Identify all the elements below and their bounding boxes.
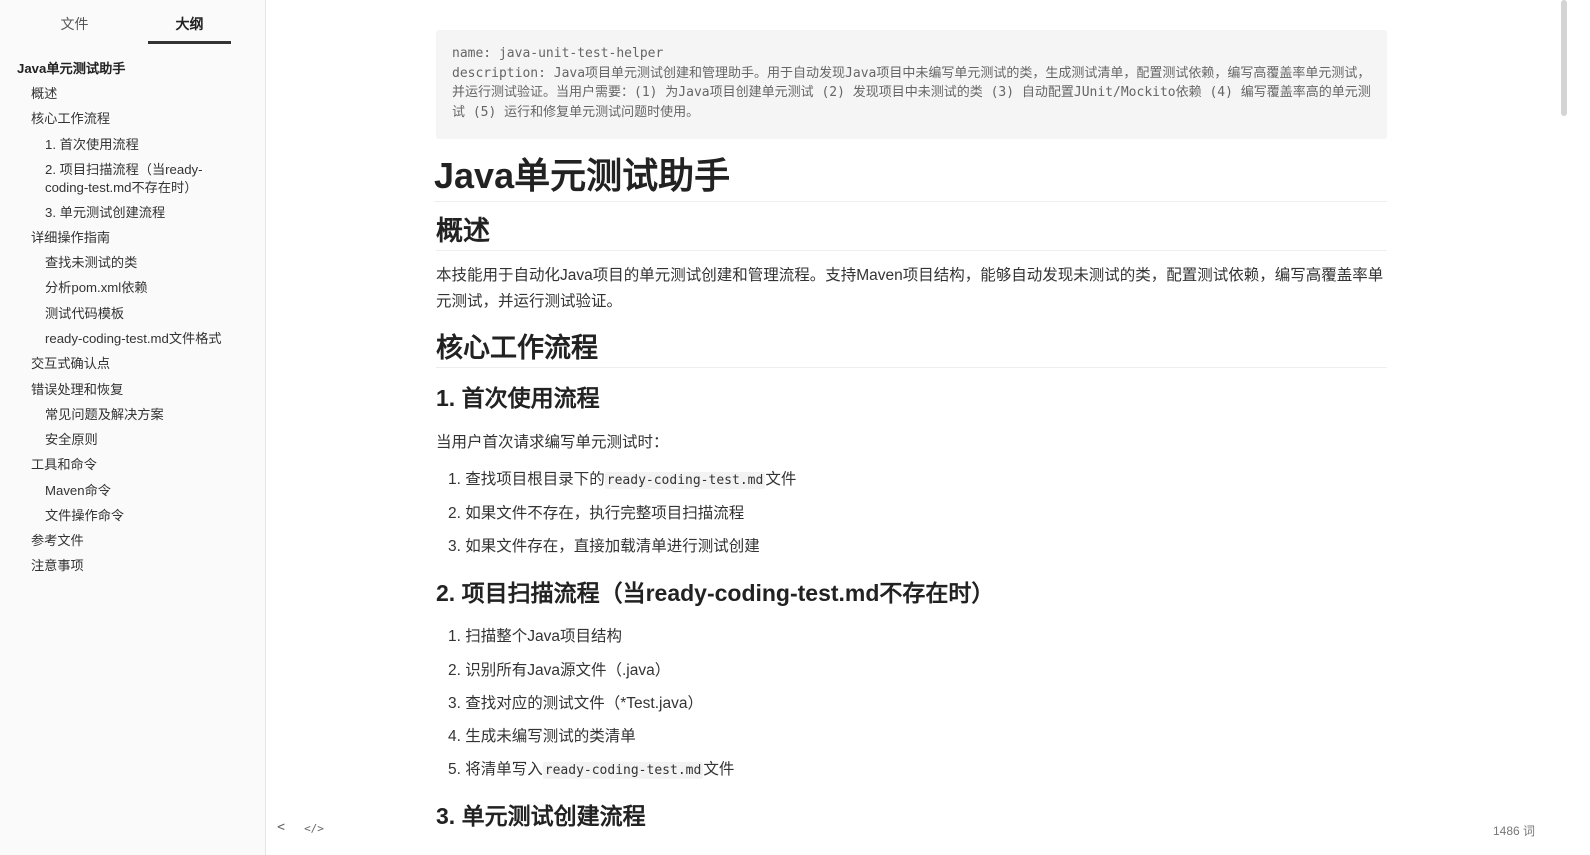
outline-item-notes[interactable]: 注意事项: [31, 557, 84, 575]
heading-core-workflow: 核心工作流程: [436, 331, 1387, 368]
list-item: 1. 查找项目根目录下的 ready-coding-test.md 文件: [448, 471, 797, 489]
outline-item-guide[interactable]: 详细操作指南: [31, 229, 110, 247]
heading-create: 3. 单元测试创建流程: [436, 803, 646, 829]
list-item: 4. 生成未编写测试的类清单: [448, 728, 636, 745]
outline-item-overview[interactable]: 概述: [31, 85, 57, 103]
scrollbar-track[interactable]: [1557, 0, 1571, 855]
list-item: 3. 如果文件存在，直接加载清单进行测试创建: [448, 538, 760, 555]
overview-paragraph: 本技能用于自动化Java项目的单元测试创建和管理流程。支持Maven项目结构，能…: [436, 267, 1384, 310]
outline-item-tools[interactable]: 工具和命令: [31, 456, 97, 474]
list-item: 2. 识别所有Java源文件（.java）: [448, 662, 671, 679]
outline-item-first-use[interactable]: 1. 首次使用流程: [45, 136, 139, 154]
list-item: 5. 将清单写入 ready-coding-test.md 文件: [448, 761, 735, 779]
front-matter-description: description: Java项目单元测试创建和管理助手。用于自动发现Jav…: [452, 65, 1371, 120]
active-tab-indicator: [148, 41, 231, 44]
yaml-front-matter[interactable]: name: java-unit-test-helper description:…: [436, 30, 1387, 139]
inline-code: ready-coding-test.md: [542, 762, 704, 779]
tab-files[interactable]: 文件: [33, 14, 116, 34]
sidebar-tabs: 文件 大纲: [0, 0, 266, 46]
scrollbar-thumb[interactable]: [1561, 0, 1567, 116]
outline-item-faq[interactable]: 常见问题及解决方案: [45, 406, 164, 424]
editor[interactable]: name: java-unit-test-helper description:…: [267, 0, 1557, 855]
list-item: 1. 扫描整个Java项目结构: [448, 628, 622, 645]
first-use-intro: 当用户首次请求编写单元测试时：: [436, 434, 669, 451]
outline-item-find-untested[interactable]: 查找未测试的类: [45, 254, 137, 272]
heading-scan: 2. 项目扫描流程（当ready-coding-test.md不存在时）: [436, 580, 995, 606]
sidebar: 文件 大纲 Java单元测试助手 概述 核心工作流程 1. 首次使用流程 2. …: [0, 0, 266, 855]
heading-first-use: 1. 首次使用流程: [436, 385, 600, 411]
inline-code: ready-coding-test.md: [604, 472, 766, 489]
list-item: 3. 查找对应的测试文件（*Test.java）: [448, 695, 703, 712]
page-title: Java单元测试助手: [434, 153, 1387, 202]
outline-item-maven[interactable]: Maven命令: [45, 482, 111, 500]
tab-outline[interactable]: 大纲: [148, 14, 231, 34]
front-matter-name: name: java-unit-test-helper: [452, 46, 664, 61]
outline-item-file-format[interactable]: ready-coding-test.md文件格式: [45, 330, 222, 348]
outline-item-references[interactable]: 参考文件: [31, 532, 84, 550]
list-item: 2. 如果文件不存在，执行完整项目扫描流程: [448, 505, 745, 522]
outline-item-core-workflow[interactable]: 核心工作流程: [31, 110, 110, 128]
outline-item-create[interactable]: 3. 单元测试创建流程: [45, 204, 165, 222]
outline-item-errors[interactable]: 错误处理和恢复: [31, 381, 123, 399]
outline-item-template[interactable]: 测试代码模板: [45, 305, 124, 323]
outline-item-safety[interactable]: 安全原则: [45, 431, 98, 449]
outline-item-confirm[interactable]: 交互式确认点: [31, 355, 110, 373]
outline-item-scan[interactable]: 2. 项目扫描流程（当ready-coding-test.md不存在时）: [45, 161, 245, 197]
word-count[interactable]: 1486 词: [1493, 822, 1535, 839]
outline-item-file-ops[interactable]: 文件操作命令: [45, 507, 124, 525]
heading-overview: 概述: [436, 214, 1387, 251]
outline-item-h1[interactable]: Java单元测试助手: [17, 60, 125, 78]
outline-item-pom[interactable]: 分析pom.xml依赖: [45, 279, 148, 297]
